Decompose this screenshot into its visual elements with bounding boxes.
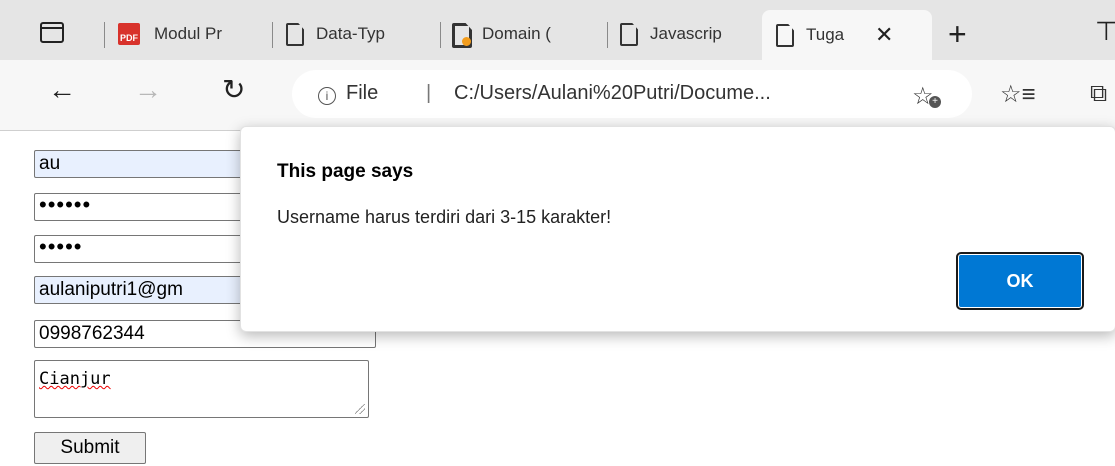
notification-dot	[462, 37, 471, 46]
tab-separator	[272, 22, 273, 48]
tab-label: Javascrip	[650, 24, 722, 43]
add-favorite-plus-icon: +	[929, 96, 941, 108]
collections-icon[interactable]: ⧉	[1090, 80, 1107, 108]
new-tab-icon[interactable]: +	[948, 18, 967, 50]
submit-button[interactable]: Submit	[34, 432, 146, 464]
tab-label: Modul Pr	[154, 24, 223, 43]
tab-data-type[interactable]: Data-Typ	[286, 14, 436, 54]
address-url[interactable]: C:/Users/Aulani%20Putri/Docume...	[454, 82, 771, 105]
dialog-message: Username harus terdiri dari 3-15 karakte…	[277, 207, 612, 227]
refresh-icon[interactable]: ↻	[222, 74, 245, 106]
back-icon[interactable]: ←	[48, 74, 76, 106]
address-scheme: File	[346, 82, 379, 104]
forward-icon[interactable]: →	[134, 74, 162, 106]
alert-dialog: This page says Username harus terdiri da…	[240, 126, 1115, 332]
tab-actions-icon[interactable]	[40, 22, 66, 44]
address-separator: |	[426, 82, 432, 104]
dialog-title: This page says	[277, 161, 414, 182]
resize-handle-icon[interactable]	[355, 404, 365, 414]
tab-label: Domain (	[482, 24, 551, 43]
ok-button[interactable]: OK	[956, 252, 1084, 310]
address-text: Cianjur	[39, 369, 111, 389]
address-textarea[interactable]: Cianjur	[34, 360, 369, 418]
tab-javascript[interactable]: Javascrip	[620, 14, 755, 54]
tab-domain[interactable]: Domain (	[452, 14, 602, 54]
tab-separator	[607, 22, 608, 48]
tab-label: Data-Typ	[316, 24, 385, 43]
document-icon	[776, 24, 794, 46]
close-tab-icon[interactable]: ✕	[875, 22, 893, 48]
document-icon	[452, 23, 471, 46]
pdf-icon: PDF	[118, 23, 140, 45]
info-icon[interactable]: i	[318, 87, 336, 105]
tab-separator	[104, 22, 105, 48]
document-icon	[286, 23, 304, 45]
favorites-icon[interactable]: ☆≡	[1000, 80, 1036, 109]
window-edge-icon: ⊤	[1095, 16, 1115, 46]
tab-tugas-active[interactable]: Tuga ✕	[762, 10, 932, 60]
tab-modul[interactable]: PDF Modul Pr	[118, 14, 268, 54]
tab-separator	[440, 22, 441, 48]
tab-label: Tuga	[806, 25, 845, 44]
document-icon	[620, 23, 638, 45]
